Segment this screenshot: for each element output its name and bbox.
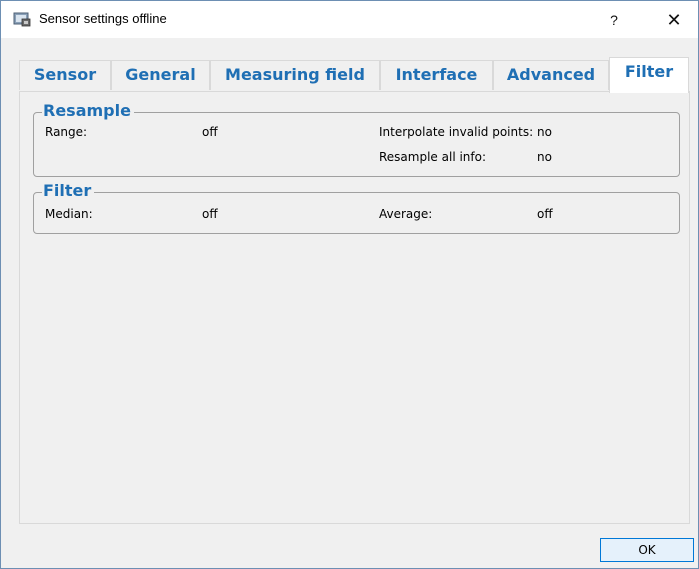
window-title: Sensor settings offline [39, 11, 167, 26]
filter-tab-panel: Resample Range: off Interpolate invalid … [19, 91, 690, 524]
resample-group: Resample Range: off Interpolate invalid … [33, 102, 680, 177]
filter-group-title: Filter [42, 182, 95, 200]
tab-filter[interactable]: Filter [609, 57, 689, 93]
sensor-settings-dialog: Sensor settings offline ? ✕ Sensor Gener… [0, 0, 699, 569]
tab-interface[interactable]: Interface [380, 60, 493, 90]
interpolate-invalid-points-label: Interpolate invalid points: [379, 125, 534, 139]
tab-advanced[interactable]: Advanced [493, 60, 609, 90]
average-label: Average: [379, 207, 433, 221]
tab-sensor[interactable]: Sensor [19, 60, 111, 90]
tab-general[interactable]: General [111, 60, 210, 90]
range-value: off [202, 125, 218, 139]
filter-group: Filter Median: off Average: off [33, 182, 680, 234]
median-value: off [202, 207, 218, 221]
tab-measuring-field[interactable]: Measuring field [210, 60, 380, 90]
close-button[interactable]: ✕ [659, 7, 689, 33]
median-label: Median: [45, 207, 93, 221]
average-value: off [537, 207, 553, 221]
resample-all-info-value: no [537, 150, 552, 164]
tab-strip: Sensor General Measuring field Interface… [19, 57, 689, 93]
ok-button[interactable]: OK [600, 538, 694, 562]
sensor-app-icon [13, 11, 31, 27]
range-label: Range: [45, 125, 88, 139]
resample-group-title: Resample [42, 102, 134, 120]
interpolate-invalid-points-value: no [537, 125, 552, 139]
help-button[interactable]: ? [599, 7, 629, 33]
close-icon: ✕ [666, 10, 682, 30]
resample-all-info-label: Resample all info: [379, 150, 487, 164]
title-bar: Sensor settings offline ? ✕ [1, 1, 698, 38]
